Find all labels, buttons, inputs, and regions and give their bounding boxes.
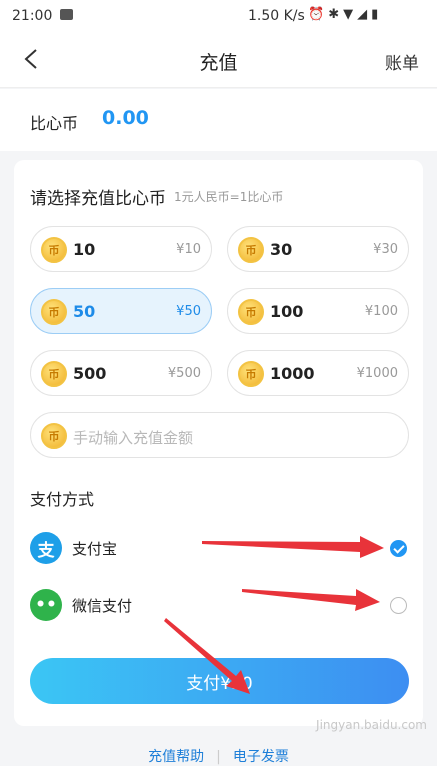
coin-icon: 币	[238, 237, 264, 263]
recharge-help-link[interactable]: 充值帮助	[148, 749, 204, 765]
wechat-icon: ••	[30, 589, 62, 621]
recharge-option-10[interactable]: 币 10 ¥10	[30, 226, 212, 272]
footer-links: 充值帮助 | 电子发票	[0, 746, 437, 766]
custom-amount-placeholder: 手动输入充值金额	[73, 429, 194, 447]
option-price: ¥10	[176, 242, 201, 257]
status-time: 21:00	[12, 8, 53, 24]
bill-link[interactable]: 账单	[385, 49, 419, 74]
coin-icon: 币	[41, 237, 67, 263]
option-amount: 100	[270, 302, 304, 321]
coin-icon: 币	[41, 423, 67, 449]
option-amount: 50	[73, 302, 96, 321]
recharge-option-30[interactable]: 币 30 ¥30	[227, 226, 409, 272]
chevron-left-icon[interactable]	[22, 48, 42, 70]
coin-icon: 币	[41, 361, 67, 387]
status-icons: ⏰✱▼◢▮	[308, 7, 382, 22]
balance-label: 比心币	[30, 114, 79, 133]
nav-bar: 充值 账单	[0, 32, 437, 88]
payment-option-wechat[interactable]: •• 微信支付	[14, 580, 423, 630]
payment-label: 微信支付	[72, 597, 133, 615]
payment-label: 支付宝	[72, 540, 118, 558]
payment-method-title: 支付方式	[30, 490, 95, 509]
coin-icon: 币	[238, 299, 264, 325]
page-title: 充值	[199, 52, 238, 74]
recharge-option-100[interactable]: 币 100 ¥100	[227, 288, 409, 334]
custom-amount-input[interactable]: 币 手动输入充值金额	[30, 412, 409, 458]
alipay-icon: 支	[30, 532, 62, 564]
coin-icon: 币	[41, 299, 67, 325]
balance-panel: 比心币 0.00	[0, 89, 437, 151]
alarm-icon: ⏰	[308, 7, 329, 22]
option-price: ¥100	[364, 304, 398, 319]
pay-button[interactable]: 支付¥50	[30, 658, 409, 704]
watermark: Jingyan.baidu.com	[316, 718, 427, 732]
option-price: ¥500	[167, 366, 201, 381]
recharge-option-1000[interactable]: 币 1000 ¥1000	[227, 350, 409, 396]
option-amount: 1000	[270, 364, 315, 383]
exchange-rate-hint: 1元人民币=1比心币	[174, 190, 284, 204]
option-price: ¥50	[176, 304, 201, 319]
image-notification-icon	[60, 9, 73, 20]
network-speed: 1.50 K/s	[248, 8, 305, 24]
alipay-radio-checked[interactable]	[390, 540, 407, 557]
option-price: ¥30	[373, 242, 398, 257]
recharge-title: 请选择充值比心币	[30, 189, 166, 209]
e-invoice-link[interactable]: 电子发票	[233, 749, 289, 765]
balance-value: 0.00	[102, 107, 149, 129]
payment-option-alipay[interactable]: 支 支付宝	[14, 523, 423, 573]
option-amount: 30	[270, 240, 293, 259]
option-price: ¥1000	[356, 366, 398, 381]
recharge-option-500[interactable]: 币 500 ¥500	[30, 350, 212, 396]
coin-icon: 币	[238, 361, 264, 387]
wifi-icon: ▼	[343, 7, 358, 22]
recharge-option-50[interactable]: 币 50 ¥50	[30, 288, 212, 334]
option-amount: 10	[73, 240, 96, 259]
status-bar: 21:00 1.50 K/s ⏰✱▼◢▮	[0, 0, 437, 32]
battery-icon: ▮	[371, 7, 383, 22]
footer-divider: |	[216, 749, 221, 765]
signal-icon: ◢	[357, 7, 372, 22]
bluetooth-icon: ✱	[328, 7, 344, 22]
option-amount: 500	[73, 364, 107, 383]
wechat-radio[interactable]	[390, 597, 407, 614]
